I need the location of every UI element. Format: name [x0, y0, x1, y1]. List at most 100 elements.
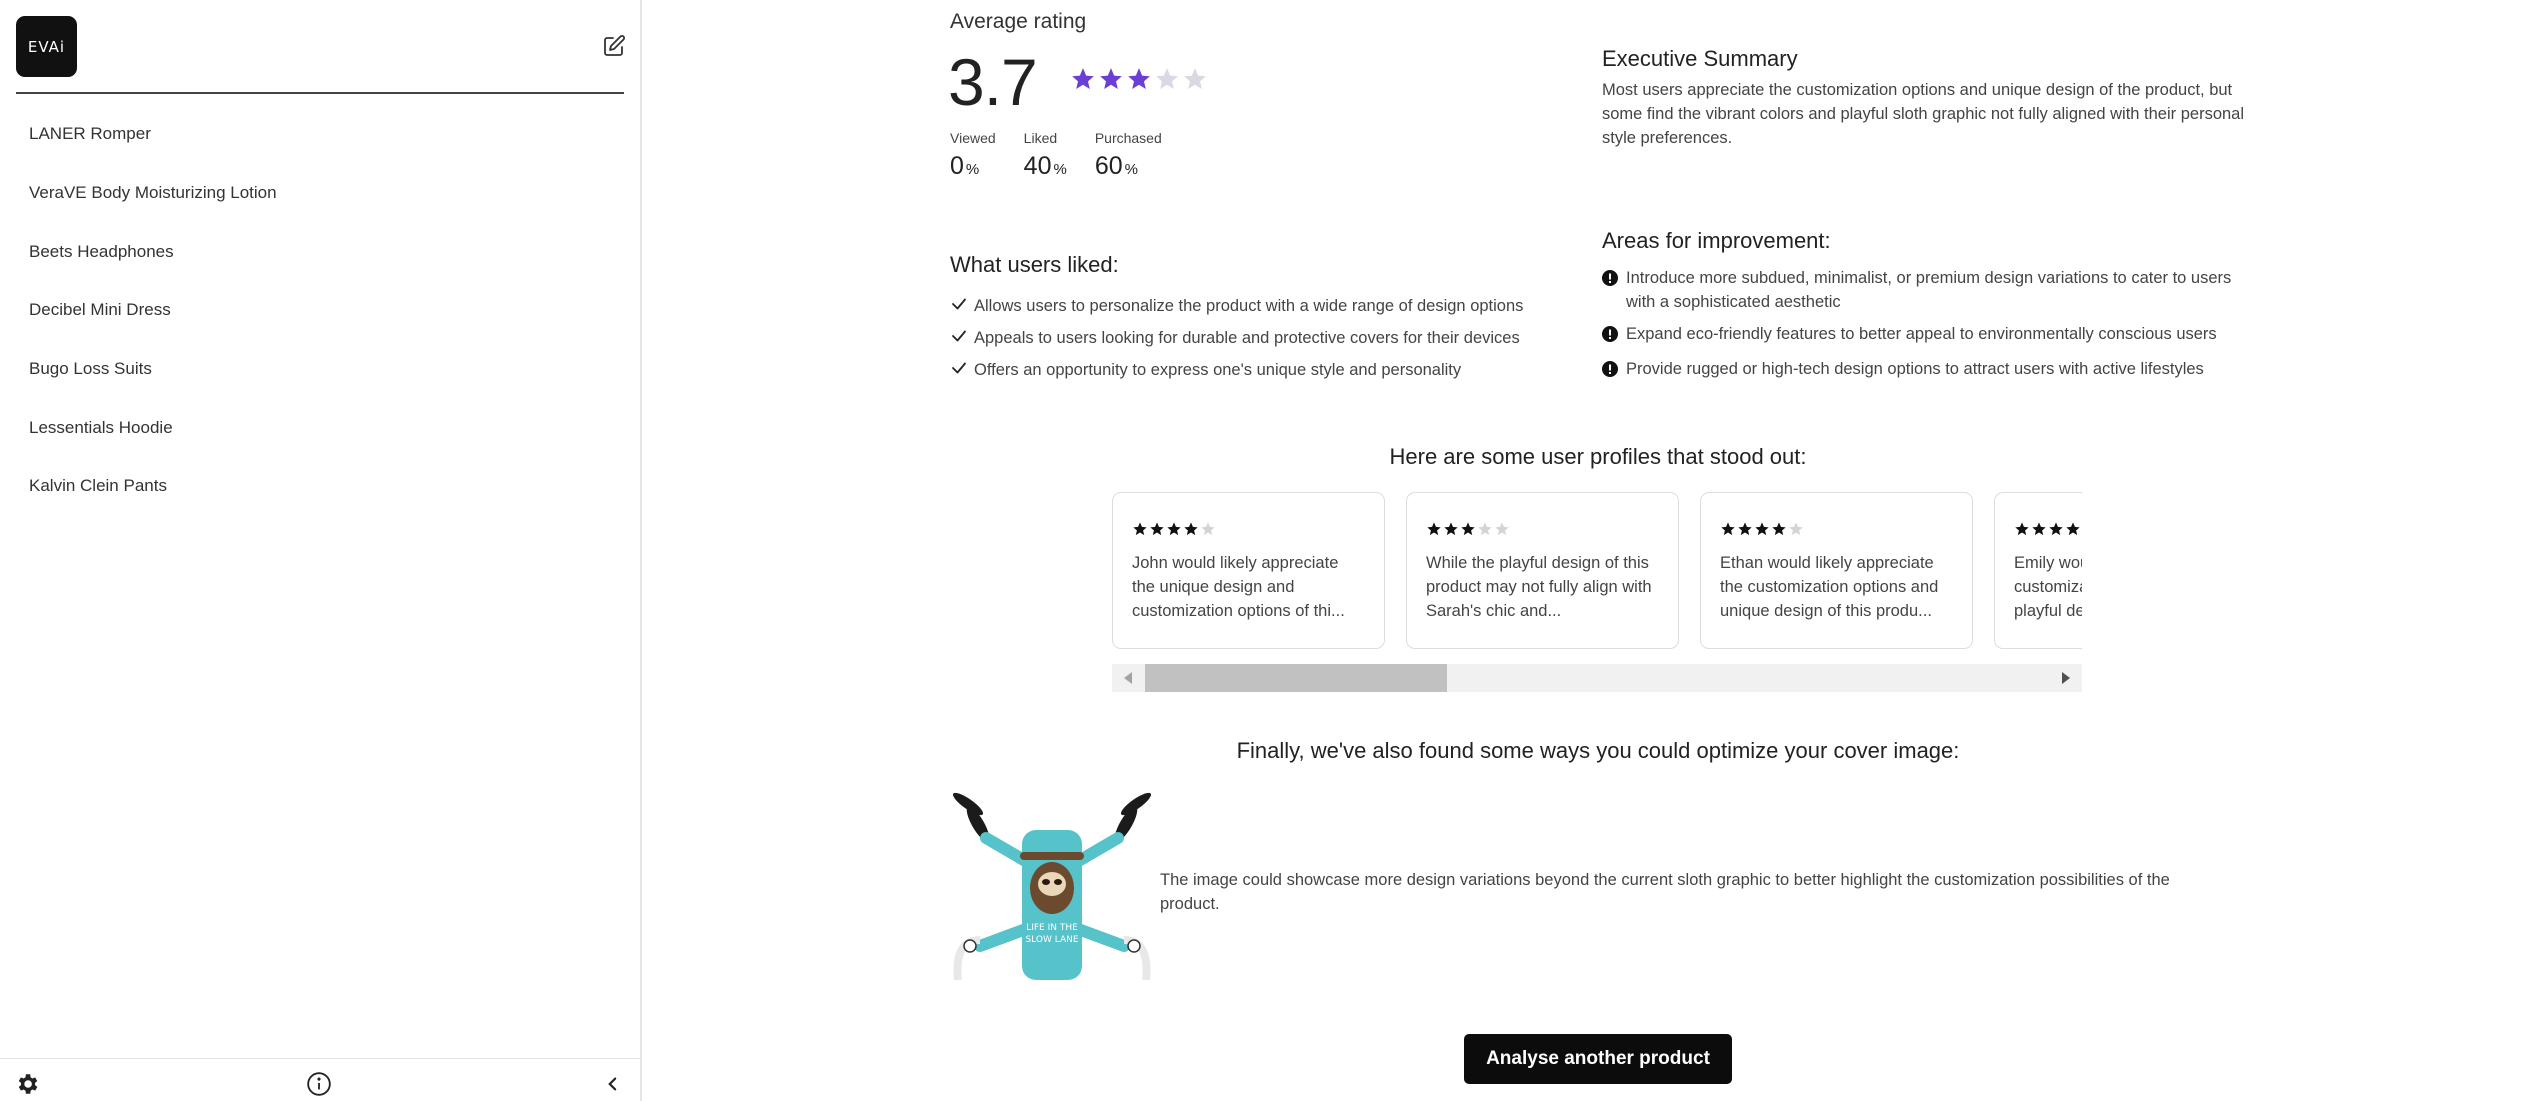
sidebar-item-beets-headphones[interactable]: Beets Headphones [0, 222, 640, 281]
liked-item: Offers an opportunity to express one's u… [950, 354, 1523, 386]
profiles-section-title: Here are some user profiles that stood o… [644, 444, 2521, 470]
stat-unit: % [1053, 161, 1067, 178]
profile-cards: John would likely appreciate the unique … [1112, 492, 2082, 649]
profiles-title-text: Here are some user profiles that stood o… [1389, 444, 1807, 469]
liked-item-text: Appeals to users looking for durable and… [974, 328, 1520, 347]
logo-text: EVAi [27, 37, 66, 56]
stat-value: 40% [1024, 152, 1067, 181]
profile-card-stars [1132, 521, 1365, 537]
stat-value: 0% [950, 152, 996, 181]
star-filled-icon [1167, 522, 1181, 536]
profile-card[interactable]: Ethan would likely appreciate the custom… [1700, 492, 1973, 649]
improvement-item-text: Expand eco-friendly features to better a… [1626, 325, 2217, 343]
star-empty-icon [1478, 522, 1492, 536]
star-filled-icon [2032, 522, 2046, 536]
improvement-list: Introduce more subdued, minimalist, or p… [1602, 266, 2262, 392]
liked-list: Allows users to personalize the product … [950, 290, 1523, 386]
scroll-right-arrow-icon[interactable] [2060, 671, 2072, 685]
star-filled-icon [1738, 522, 1752, 536]
improvement-section-title: Areas for improvement: [1602, 228, 1831, 253]
stat-label: Viewed [950, 130, 996, 146]
scroll-left-arrow-icon[interactable] [1122, 671, 1134, 685]
stat-number: 60 [1094, 152, 1123, 180]
average-rating-stars [1070, 66, 1208, 92]
star-filled-icon [1100, 68, 1122, 89]
stat-number: 40 [1023, 152, 1052, 180]
star-filled-icon [2049, 522, 2063, 536]
star-filled-icon [1427, 522, 1441, 536]
cover-image-suggestion: The image could showcase more design var… [1160, 871, 2170, 913]
sidebar-item-kalvin-clein-pants[interactable]: Kalvin Clein Pants [0, 457, 640, 516]
liked-item-text: Allows users to personalize the product … [974, 296, 1524, 315]
stat-unit: % [965, 161, 980, 178]
sidebar-item-lessentials-hoodie[interactable]: Lessentials Hoodie [0, 398, 640, 457]
profile-card-text: While the playful design of this product… [1426, 554, 1652, 620]
check-icon [950, 359, 974, 382]
analyse-another-product-button[interactable]: Analyse another product [1464, 1034, 1732, 1084]
star-filled-icon [1755, 522, 1769, 536]
stat-purchased: Purchased 60% [1095, 130, 1162, 181]
profile-card-text: Emily would appreciate the customization… [2014, 554, 2082, 620]
gear-icon[interactable] [14, 1071, 40, 1097]
chevron-left-icon[interactable] [600, 1071, 626, 1097]
star-empty-icon [1789, 522, 1803, 536]
svg-text:LIFE IN THE: LIFE IN THE [1026, 923, 1078, 933]
sidebar-item-verave-lotion[interactable]: VeraVE Body Moisturizing Lotion [0, 164, 640, 223]
product-history-list: LANER Romper VeraVE Body Moisturizing Lo… [0, 105, 640, 516]
improvement-item: Provide rugged or high-tech design optio… [1602, 357, 2262, 384]
average-rating-label: Average rating [950, 10, 1087, 33]
profile-card-stars [2014, 521, 2082, 537]
sidebar-divider [16, 92, 624, 94]
star-filled-icon [1772, 522, 1786, 536]
star-filled-icon [1072, 68, 1094, 89]
star-filled-icon [1461, 522, 1475, 536]
profile-card-stars [1426, 521, 1659, 537]
carousel-scrollbar[interactable] [1112, 664, 2082, 692]
average-rating-value: 3.7 [948, 45, 1038, 119]
liked-item: Appeals to users looking for durable and… [950, 322, 1523, 354]
engagement-stats: Viewed 0% Liked 40% Purchased 60% [950, 130, 1190, 181]
alert-icon [1602, 357, 1626, 384]
improvement-item: Expand eco-friendly features to better a… [1602, 322, 2262, 349]
star-empty-icon [1184, 68, 1206, 89]
liked-section-title: What users liked: [950, 252, 1119, 277]
profile-card[interactable]: John would likely appreciate the unique … [1112, 492, 1385, 649]
edit-icon[interactable] [602, 34, 626, 58]
sidebar-footer [0, 1058, 640, 1101]
stat-number: 0 [950, 152, 964, 180]
info-icon[interactable] [306, 1071, 332, 1097]
stat-label: Purchased [1094, 130, 1162, 146]
profiles-carousel: John would likely appreciate the unique … [1112, 492, 2082, 692]
stat-viewed: Viewed 0% [950, 130, 996, 181]
liked-item-text: Offers an opportunity to express one's u… [974, 360, 1462, 379]
profile-card[interactable]: Emily would appreciate the customization… [1994, 492, 2082, 649]
star-empty-icon [1156, 68, 1178, 89]
star-empty-icon [1495, 522, 1509, 536]
check-icon [950, 327, 974, 350]
improvement-item-text: Introduce more subdued, minimalist, or p… [1626, 269, 2232, 311]
sidebar-item-laner-romper[interactable]: LANER Romper [0, 105, 640, 164]
alert-icon [1602, 322, 1626, 349]
executive-summary-text: Most users appreciate the customization … [1602, 81, 2245, 147]
app-logo[interactable]: EVAi [16, 16, 77, 77]
sidebar-item-decibel-mini-dress[interactable]: Decibel Mini Dress [0, 281, 640, 340]
alert-icon [1602, 266, 1626, 293]
svg-text:SLOW LANE: SLOW LANE [1025, 935, 1078, 945]
star-filled-icon [1150, 522, 1164, 536]
stat-unit: % [1124, 161, 1138, 178]
scrollbar-thumb[interactable] [1145, 664, 1447, 692]
stat-liked: Liked 40% [1024, 130, 1067, 181]
stat-label: Liked [1023, 130, 1058, 146]
analysis-results: Average rating 3.7 Viewed 0% Liked 40% P… [644, 0, 2521, 1101]
star-filled-icon [1128, 68, 1150, 89]
liked-item: Allows users to personalize the product … [950, 290, 1523, 322]
profile-card[interactable]: While the playful design of this product… [1406, 492, 1679, 649]
star-filled-icon [2015, 522, 2029, 536]
improvement-item-text: Provide rugged or high-tech design optio… [1626, 360, 2204, 378]
executive-summary-title: Executive Summary [1602, 46, 1798, 71]
cover-image: LIFE IN THE SLOW LANE [950, 790, 1154, 994]
profile-card-stars [1720, 521, 1953, 537]
star-filled-icon [2066, 522, 2080, 536]
star-filled-icon [1721, 522, 1735, 536]
sidebar-item-bugo-loss-suits[interactable]: Bugo Loss Suits [0, 340, 640, 399]
